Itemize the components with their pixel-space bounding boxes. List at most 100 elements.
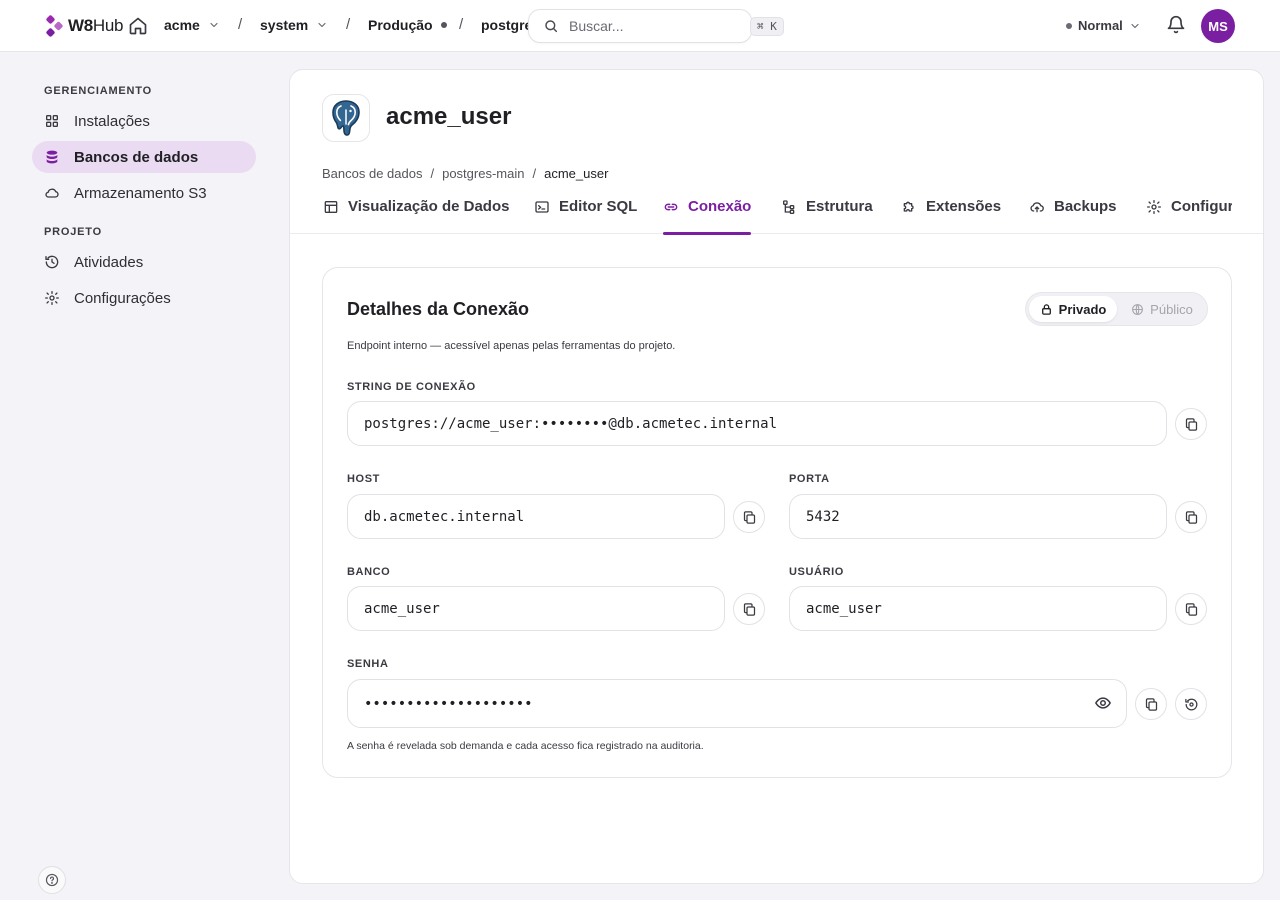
search-input[interactable] bbox=[569, 18, 750, 34]
connection-details-card: Detalhes da Conexão Endpoint interno — a… bbox=[322, 267, 1232, 778]
gear-icon bbox=[1147, 200, 1161, 214]
visibility-public-label: Público bbox=[1150, 301, 1193, 317]
crumb-service[interactable]: postgres bbox=[481, 17, 529, 33]
user-label: USUÁRIO bbox=[789, 566, 844, 578]
host-field[interactable]: db.acmetec.internal bbox=[347, 494, 725, 539]
card-description: Endpoint interno — acessível apenas pela… bbox=[347, 340, 676, 352]
sidebar-item-databases[interactable]: Bancos de dados bbox=[32, 141, 256, 173]
bell-icon[interactable] bbox=[1166, 15, 1186, 35]
tab-data-view[interactable]: Visualização de Dados bbox=[323, 198, 509, 234]
crumb-organization[interactable]: acme bbox=[164, 17, 220, 33]
chevron-down-icon bbox=[210, 22, 218, 28]
password-label: SENHA bbox=[347, 658, 389, 670]
tab-label: Backups bbox=[1054, 198, 1117, 215]
tab-label: Configurações bbox=[1171, 198, 1232, 215]
tab-sql-editor[interactable]: Editor SQL bbox=[534, 198, 637, 234]
sidebar-item-label: Atividades bbox=[74, 253, 144, 271]
copy-icon bbox=[743, 510, 755, 524]
visibility-public-option[interactable]: Público bbox=[1120, 296, 1204, 322]
breadcrumb-current: acme_user bbox=[544, 166, 609, 181]
tab-label: Estrutura bbox=[806, 198, 873, 215]
search-icon bbox=[545, 20, 558, 33]
search-shortcut-badge: ⌘ K bbox=[750, 16, 784, 36]
tab-label: Visualização de Dados bbox=[348, 198, 510, 215]
database-field[interactable]: acme_user bbox=[347, 586, 725, 631]
cloud-icon bbox=[45, 188, 59, 198]
sidebar-section-management: GERENCIAMENTO bbox=[44, 85, 152, 97]
copy-icon bbox=[743, 602, 755, 616]
copy-connection-string-button[interactable] bbox=[1175, 408, 1207, 440]
link-icon bbox=[664, 203, 678, 211]
sidebar-item-label: Armazenamento S3 bbox=[74, 184, 207, 202]
mode-label: Normal bbox=[1078, 18, 1123, 33]
tab-extensions[interactable]: Extensões bbox=[901, 198, 1001, 234]
tab-label: Extensões bbox=[926, 198, 1002, 215]
sidebar-item-label: Bancos de dados bbox=[74, 148, 199, 166]
puzzle-icon bbox=[903, 201, 914, 212]
password-field[interactable]: •••••••••••••••••••• bbox=[347, 679, 1127, 728]
database-icon bbox=[46, 150, 58, 164]
sidebar-item-label: Instalações bbox=[74, 112, 150, 130]
sidebar-item-installations[interactable]: Instalações bbox=[32, 105, 256, 137]
copy-icon bbox=[1185, 417, 1197, 431]
password-masked-value: •••••••••••••••••••• bbox=[364, 695, 533, 712]
tab-backups[interactable]: Backups bbox=[1029, 198, 1117, 234]
crumb-organization-label: acme bbox=[164, 17, 200, 33]
tree-icon bbox=[783, 200, 795, 214]
copy-icon bbox=[1185, 510, 1197, 524]
crumb-project[interactable]: system bbox=[260, 17, 328, 33]
gear-icon bbox=[45, 291, 59, 305]
w8hub-logo[interactable]: W8Hub bbox=[44, 13, 124, 39]
environment-status-dot bbox=[440, 22, 447, 28]
search-bar[interactable]: ⌘ K bbox=[528, 9, 784, 43]
crumb-project-label: system bbox=[260, 17, 309, 33]
breadcrumb-separator: / bbox=[430, 166, 435, 181]
sidebar-item-activities[interactable]: Atividades bbox=[32, 246, 256, 278]
connection-string-field[interactable]: postgres://acme_user:••••••••@db.acmetec… bbox=[347, 401, 1167, 446]
grid-icon bbox=[46, 115, 58, 127]
mode-selector[interactable]: Normal bbox=[1066, 18, 1141, 33]
copy-database-button[interactable] bbox=[733, 593, 765, 625]
help-button[interactable] bbox=[38, 866, 66, 894]
copy-port-button[interactable] bbox=[1175, 501, 1207, 533]
sidebar-section-project: PROJETO bbox=[44, 226, 102, 238]
port-label: PORTA bbox=[789, 473, 830, 485]
rotate-password-button[interactable] bbox=[1175, 688, 1207, 720]
logo-text: W8Hub bbox=[68, 16, 124, 35]
database-label: BANCO bbox=[347, 566, 391, 578]
home-icon[interactable] bbox=[128, 16, 148, 36]
breadcrumb: Bancos de dados / postgres-main / acme_u… bbox=[322, 166, 608, 181]
breadcrumb-databases[interactable]: Bancos de dados bbox=[322, 166, 422, 181]
chevron-down-icon bbox=[318, 22, 326, 28]
visibility-private-label: Privado bbox=[1058, 301, 1107, 317]
tab-structure[interactable]: Estrutura bbox=[781, 198, 873, 234]
sidebar-item-label: Configurações bbox=[74, 289, 171, 307]
crumb-separator: / bbox=[459, 16, 464, 33]
user-field[interactable]: acme_user bbox=[789, 586, 1167, 631]
sidebar-item-s3-storage[interactable]: Armazenamento S3 bbox=[32, 177, 256, 209]
visibility-toggle: Privado Público bbox=[1025, 292, 1208, 326]
postgres-logo bbox=[322, 94, 370, 142]
tab-settings[interactable]: Configurações bbox=[1146, 198, 1232, 234]
eye-icon[interactable] bbox=[1094, 694, 1112, 712]
sidebar-item-settings[interactable]: Configurações bbox=[32, 282, 256, 314]
help-icon bbox=[45, 873, 59, 887]
table-icon bbox=[324, 201, 338, 213]
copy-host-button[interactable] bbox=[733, 501, 765, 533]
rotate-key-icon bbox=[1184, 698, 1197, 710]
top-bar: W8Hub acme / system / Produção / postgre… bbox=[0, 0, 1280, 52]
copy-user-button[interactable] bbox=[1175, 593, 1207, 625]
tab-connection[interactable]: Conexão bbox=[663, 198, 752, 235]
crumb-environment[interactable]: Produção bbox=[368, 17, 447, 33]
crumb-separator: / bbox=[238, 16, 243, 33]
host-label: HOST bbox=[347, 473, 380, 485]
tab-label: Conexão bbox=[688, 198, 752, 215]
main-panel: acme_user Bancos de dados / postgres-mai… bbox=[289, 69, 1264, 884]
breadcrumb-instance[interactable]: postgres-main bbox=[442, 166, 524, 181]
crumb-separator: / bbox=[346, 16, 351, 33]
visibility-private-option[interactable]: Privado bbox=[1029, 296, 1117, 322]
user-avatar[interactable]: MS bbox=[1201, 9, 1235, 43]
mode-status-dot bbox=[1066, 22, 1072, 29]
port-field[interactable]: 5432 bbox=[789, 494, 1167, 539]
copy-password-button[interactable] bbox=[1135, 688, 1167, 720]
